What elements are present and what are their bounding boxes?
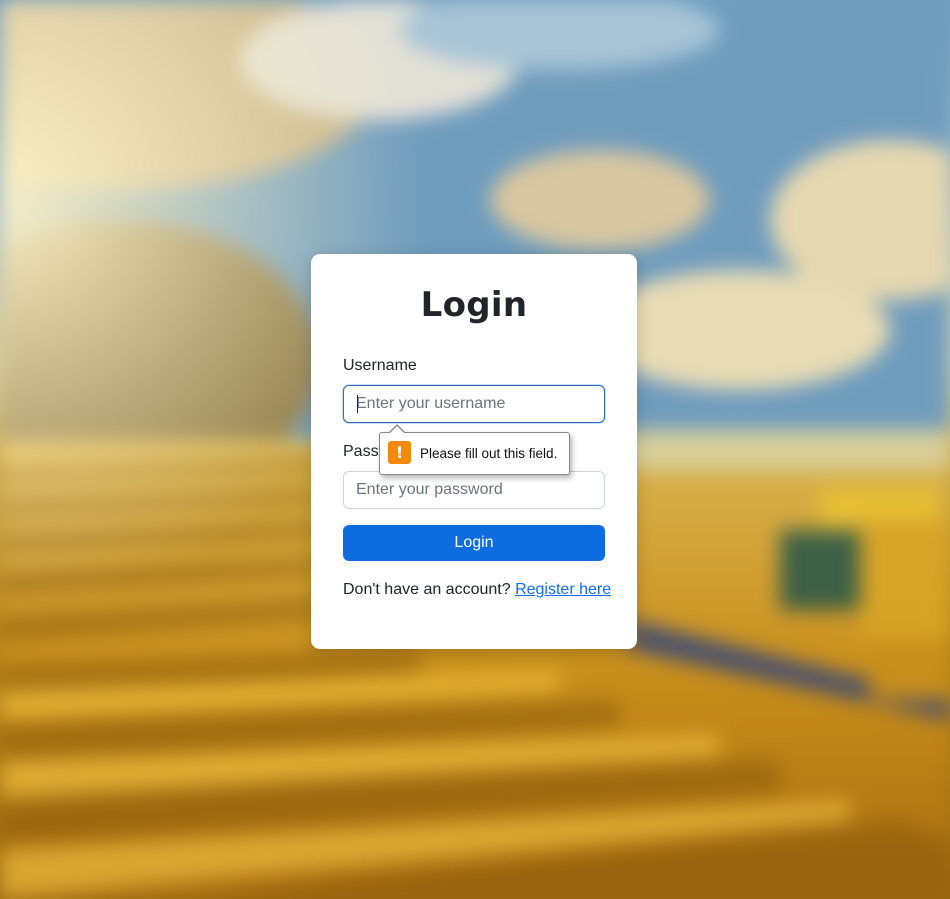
warning-icon: !	[388, 441, 411, 464]
register-link[interactable]: Register here	[515, 581, 611, 598]
username-input[interactable]	[343, 385, 605, 423]
page-title: Login	[420, 285, 528, 325]
tooltip-message: Please fill out this field.	[420, 446, 558, 461]
register-prompt-text: Don't have an account?	[343, 581, 511, 598]
text-cursor	[357, 395, 358, 413]
login-button[interactable]: Login	[343, 525, 605, 561]
tooltip-arrow-fill	[389, 426, 405, 434]
register-prompt: Don't have an account? Register here	[343, 581, 611, 599]
validation-tooltip: ! Please fill out this field.	[379, 424, 570, 475]
password-input[interactable]	[343, 471, 605, 509]
username-label: Username	[343, 357, 417, 374]
